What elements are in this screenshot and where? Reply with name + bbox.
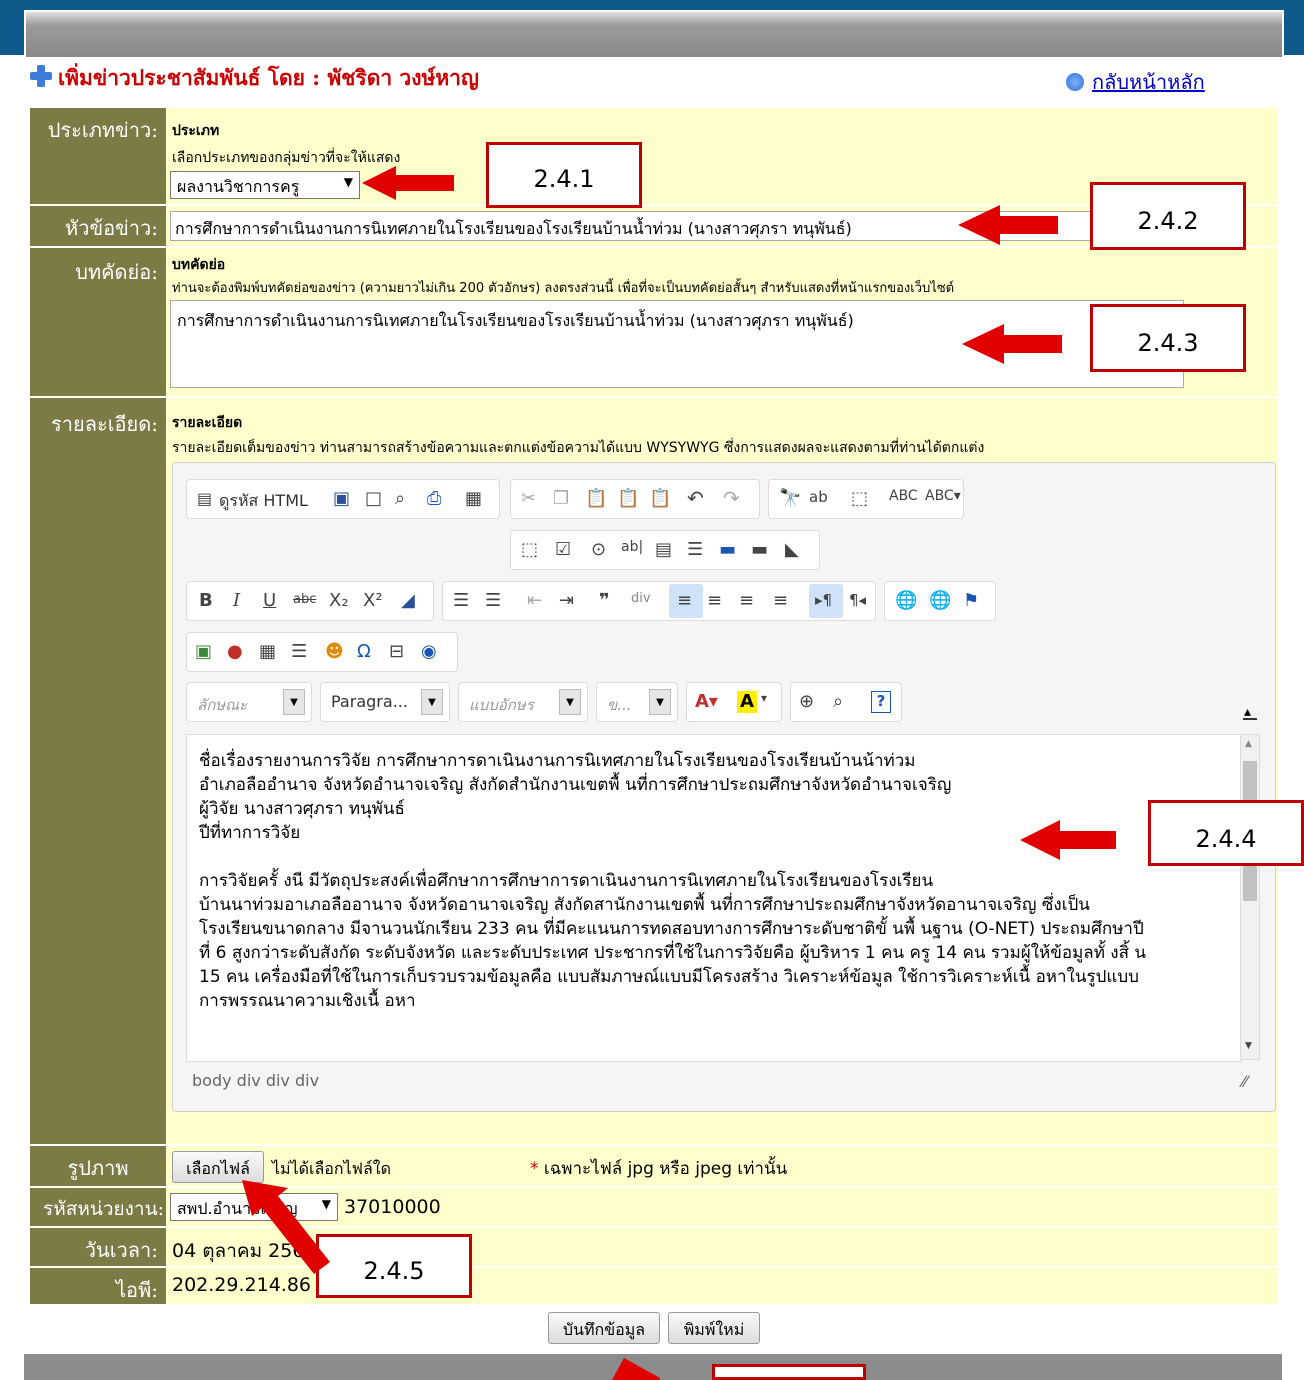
arrow-2-4-4 bbox=[1020, 820, 1116, 860]
arrow-bottom bbox=[612, 1358, 660, 1380]
arrow-2-4-2 bbox=[958, 205, 1058, 245]
arrow-2-4-1 bbox=[362, 166, 454, 200]
arrow-2-4-3 bbox=[962, 324, 1062, 364]
annotation-arrows bbox=[242, 166, 1116, 1380]
arrow-2-4-5 bbox=[242, 1180, 330, 1274]
